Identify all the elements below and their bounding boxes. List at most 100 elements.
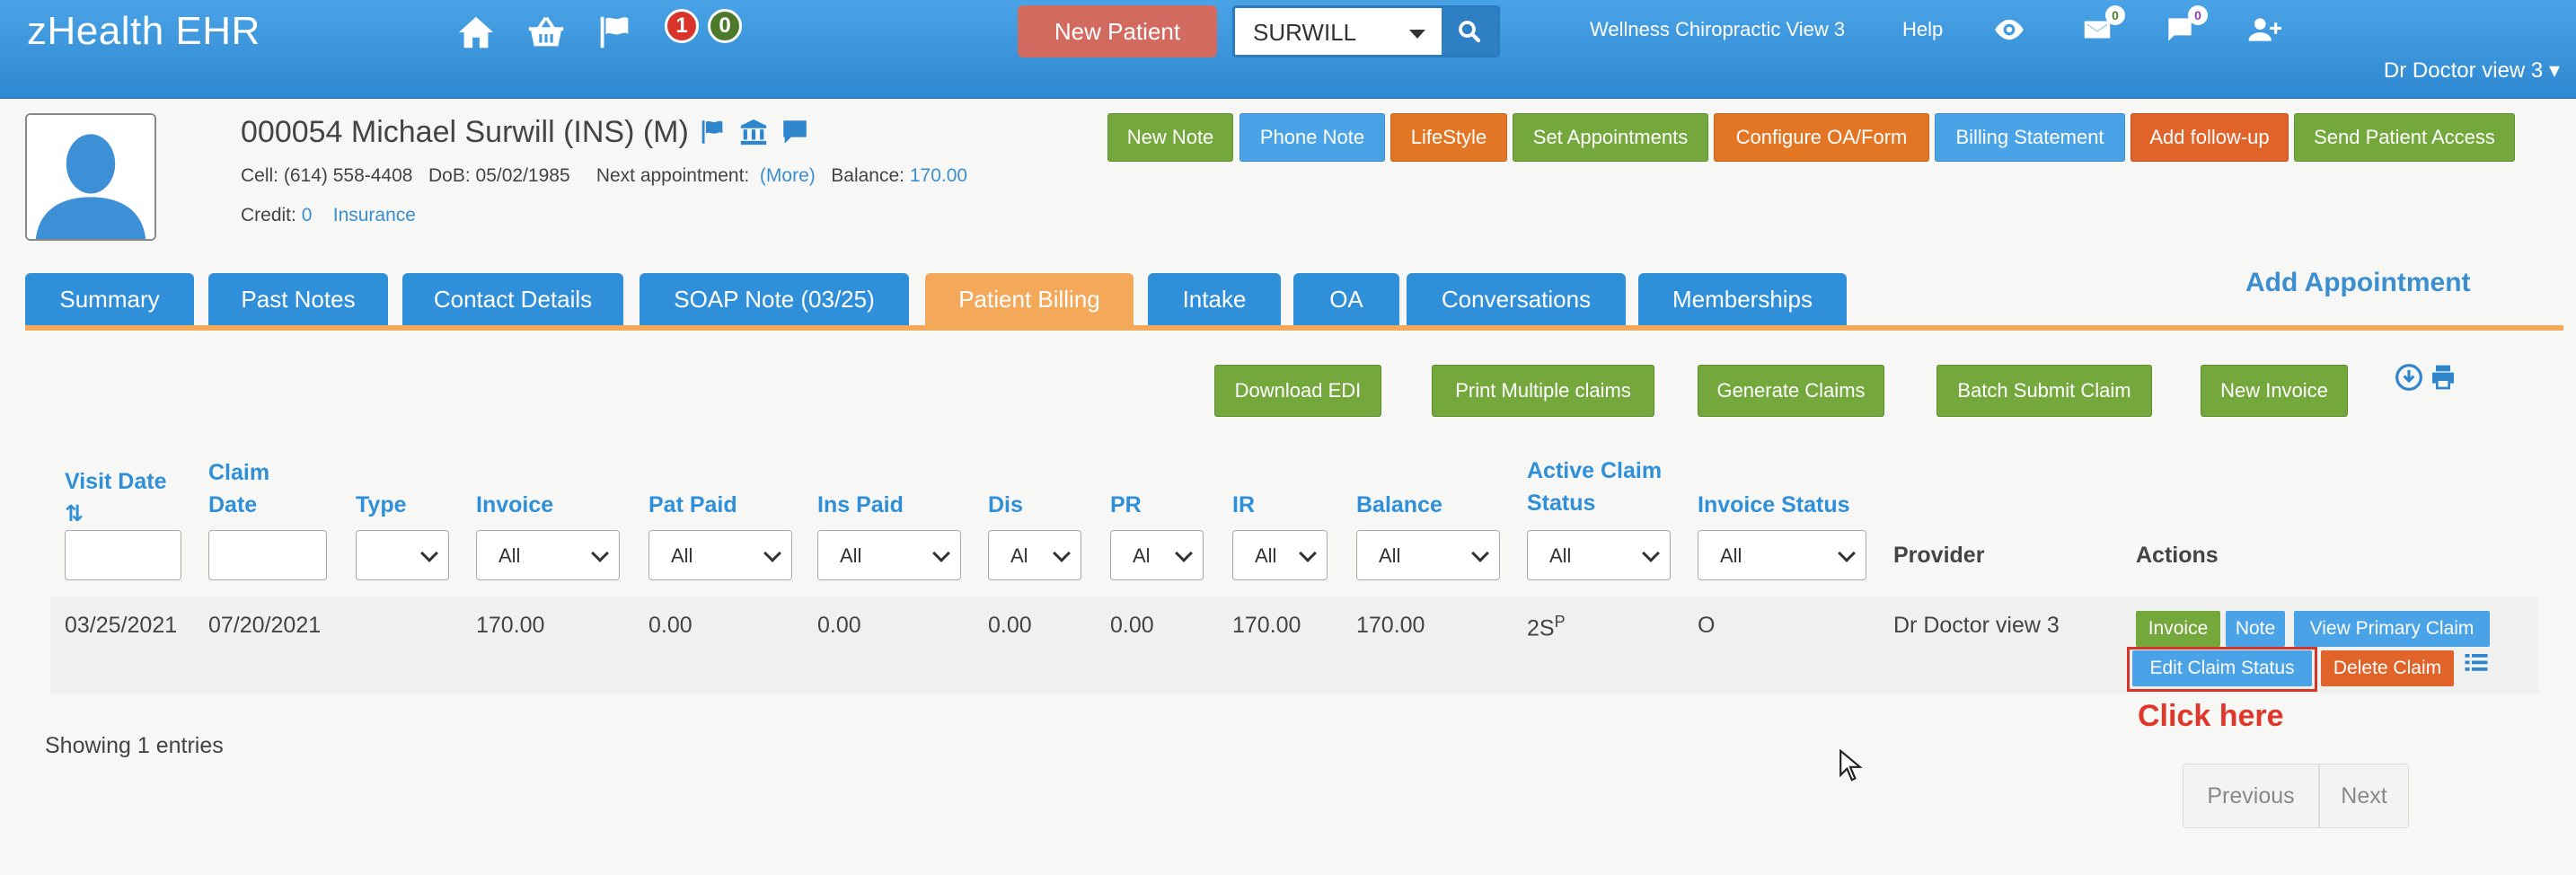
add-appointment-link[interactable]: Add Appointment	[2245, 268, 2471, 298]
eye-icon[interactable]	[1992, 13, 2028, 49]
dis-filter[interactable]: Al	[988, 530, 1081, 580]
insurance-link[interactable]: Insurance	[333, 205, 416, 225]
active-claim-status-filter[interactable]: All	[1527, 530, 1671, 580]
add-user-icon[interactable]	[2247, 13, 2283, 49]
visit-date-filter[interactable]	[65, 530, 181, 580]
comment-icon[interactable]	[779, 117, 813, 149]
view-primary-claim-button[interactable]: View Primary Claim	[2294, 611, 2490, 647]
entries-count: Showing 1 entries	[45, 733, 224, 758]
print-multiple-claims-button[interactable]: Print Multiple claims	[1432, 365, 1654, 417]
tab-patient-billing[interactable]: Patient Billing	[925, 273, 1134, 325]
bank-icon[interactable]	[737, 117, 772, 149]
generate-claims-button[interactable]: Generate Claims	[1698, 365, 1884, 417]
clinic-selector[interactable]: Wellness Chiropractic View 3	[1590, 18, 1845, 41]
chevron-down-icon[interactable]	[1409, 30, 1425, 39]
flag-icon[interactable]	[593, 11, 636, 54]
patient-credit-line: Credit: 0 Insurance	[241, 205, 416, 226]
flag-icon[interactable]	[696, 117, 730, 149]
user-menu[interactable]: Dr Doctor view 3 ▾	[2384, 57, 2560, 84]
row-invoice-button[interactable]: Invoice	[2136, 611, 2220, 647]
invoice-filter[interactable]: All	[476, 530, 620, 580]
new-note-button[interactable]: New Note	[1107, 113, 1233, 162]
notification-badge-red[interactable]: 1	[665, 9, 699, 43]
filter-value: All	[1255, 544, 1277, 567]
col-claim-date[interactable]: Claim Date	[208, 456, 269, 521]
sort-icon[interactable]: ⇅	[65, 498, 166, 530]
col-visit-date[interactable]: Visit Date ⇅	[65, 465, 166, 530]
next-appointment-more-link[interactable]: (More)	[760, 165, 816, 186]
col-pat-paid[interactable]: Pat Paid	[648, 489, 737, 521]
add-follow-up-button[interactable]: Add follow-up	[2130, 113, 2289, 162]
notification-badge-green[interactable]: 0	[708, 9, 742, 43]
pat-paid-filter[interactable]: All	[648, 530, 792, 580]
claim-date-filter[interactable]	[208, 530, 327, 580]
type-filter[interactable]	[356, 530, 449, 580]
col-ir[interactable]: IR	[1232, 489, 1255, 521]
col-pr[interactable]: PR	[1110, 489, 1142, 521]
col-claim-date-label-1: Claim	[208, 460, 270, 485]
new-patient-button[interactable]: New Patient	[1018, 5, 1217, 57]
credit-value[interactable]: 0	[302, 205, 313, 225]
ins-paid-filter[interactable]: All	[817, 530, 961, 580]
patient-search[interactable]: SURWILL	[1232, 5, 1500, 57]
list-icon[interactable]	[2463, 649, 2490, 679]
chevron-down-icon	[763, 544, 781, 562]
row-note-button[interactable]: Note	[2226, 611, 2285, 647]
patient-search-value[interactable]: SURWILL	[1253, 19, 1356, 47]
configure-oa-form-button[interactable]: Configure OA/Form	[1714, 113, 1929, 162]
claim-status-value: 2S	[1527, 615, 1555, 641]
filter-value: All	[671, 544, 693, 567]
phone-note-button[interactable]: Phone Note	[1239, 113, 1385, 162]
col-dis[interactable]: Dis	[988, 489, 1023, 521]
cell-invoice: 170.00	[476, 613, 545, 638]
col-invoice-status[interactable]: Invoice Status	[1698, 489, 1850, 521]
tab-summary[interactable]: Summary	[25, 273, 194, 325]
chevron-down-icon	[1053, 544, 1071, 562]
col-type[interactable]: Type	[356, 489, 407, 521]
filter-value: Al	[1133, 544, 1151, 567]
delete-claim-button[interactable]: Delete Claim	[2321, 650, 2454, 686]
callout-highlight	[2127, 647, 2317, 692]
tab-intake[interactable]: Intake	[1148, 273, 1281, 325]
col-active-claim-status[interactable]: Active Claim Status	[1527, 455, 1662, 519]
tab-soap-note[interactable]: SOAP Note (03/25)	[640, 273, 909, 325]
cell-invoice-status: O	[1698, 613, 1716, 638]
col-invoice[interactable]: Invoice	[476, 489, 553, 521]
cell-provider: Dr Doctor view 3	[1893, 613, 2060, 638]
set-appointments-button[interactable]: Set Appointments	[1513, 113, 1708, 162]
home-icon[interactable]	[454, 11, 498, 54]
lifestyle-button[interactable]: LifeStyle	[1390, 113, 1507, 162]
cell-claim-status[interactable]: 2SP	[1527, 613, 1566, 641]
new-invoice-button[interactable]: New Invoice	[2201, 365, 2348, 417]
print-icon[interactable]	[2429, 363, 2457, 392]
billing-statement-button[interactable]: Billing Statement	[1935, 113, 2125, 162]
next-appointment-label: Next appointment:	[595, 165, 750, 186]
pagination-next[interactable]: Next	[2319, 764, 2409, 828]
pagination-previous[interactable]: Previous	[2183, 764, 2319, 828]
tab-memberships[interactable]: Memberships	[1638, 273, 1847, 325]
balance-value[interactable]: 170.00	[910, 165, 967, 186]
col-balance[interactable]: Balance	[1356, 489, 1442, 521]
download-icon[interactable]	[2395, 363, 2423, 392]
ir-filter[interactable]: All	[1232, 530, 1328, 580]
cell-label: Cell:	[241, 165, 279, 186]
balance-filter[interactable]: All	[1356, 530, 1500, 580]
search-icon[interactable]	[1442, 8, 1497, 55]
app-brand[interactable]: zHealth EHR	[27, 9, 260, 54]
tab-past-notes[interactable]: Past Notes	[208, 273, 388, 325]
tab-contact-details[interactable]: Contact Details	[402, 273, 623, 325]
col-provider: Provider	[1893, 543, 1985, 568]
mail-icon[interactable]: 0	[2080, 5, 2125, 49]
basket-icon[interactable]	[525, 11, 568, 54]
send-patient-access-button[interactable]: Send Patient Access	[2294, 113, 2515, 162]
download-edi-button[interactable]: Download EDI	[1214, 365, 1381, 417]
col-ins-paid[interactable]: Ins Paid	[817, 489, 904, 521]
help-link[interactable]: Help	[1902, 18, 1943, 41]
tab-oa[interactable]: OA	[1293, 273, 1399, 325]
batch-submit-claim-button[interactable]: Batch Submit Claim	[1936, 365, 2152, 417]
tab-conversations[interactable]: Conversations	[1407, 273, 1626, 325]
pr-filter[interactable]: Al	[1110, 530, 1204, 580]
mouse-cursor-icon	[1838, 748, 1863, 782]
invoice-status-filter[interactable]: All	[1698, 530, 1866, 580]
chat-icon[interactable]: 0	[2163, 5, 2208, 49]
